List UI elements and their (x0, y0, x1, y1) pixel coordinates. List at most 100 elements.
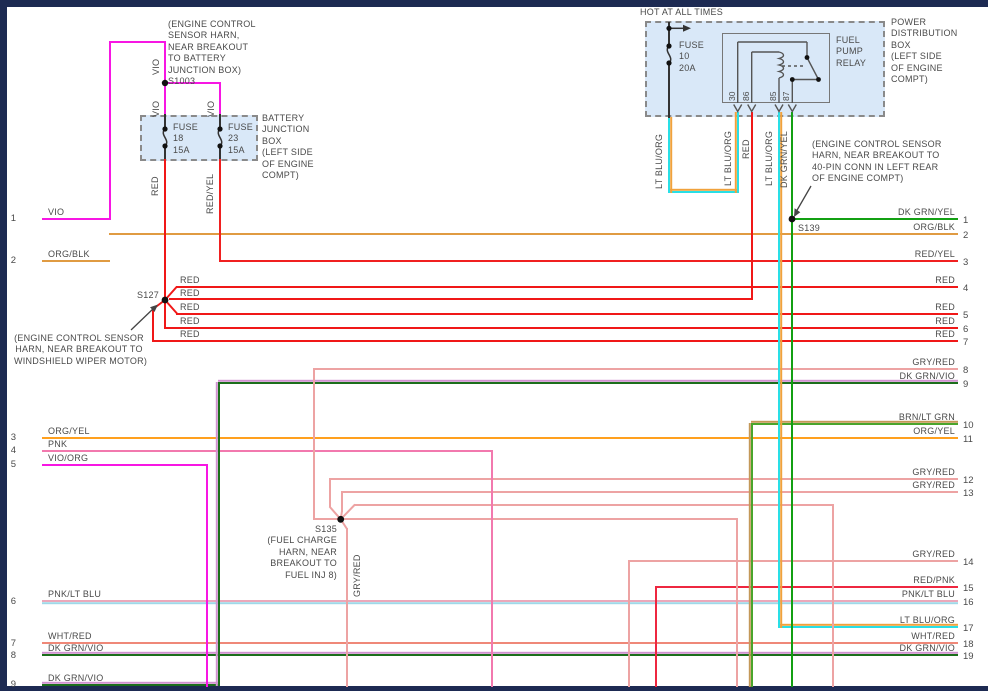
label-line: BOX (262, 136, 314, 147)
left-pin-number: 4 (0, 445, 16, 456)
stub-fuse18-top (164, 114, 166, 130)
right-pin-number: 3 (963, 257, 968, 268)
s127-note: (ENGINE CONTROL SENSOR HARN, NEAR BREAKO… (14, 333, 144, 367)
right-pin-label: DK GRN/VIO (805, 371, 955, 381)
fuse-name: FUSE (228, 122, 253, 133)
wire-gryred-to-x833 (354, 504, 834, 506)
vlabel-red: RED (150, 164, 161, 196)
wire-dkgrnvio-left-pin9 (42, 684, 220, 686)
relay-pin-86: 86 (741, 85, 751, 101)
s135-note: S135 (FUEL CHARGE HARN, NEAR BREAKOUT TO… (252, 524, 337, 581)
label-line: COMPT) (262, 170, 314, 181)
s127-id: S127 (119, 290, 159, 301)
note-line: (ENGINE CONTROL SENSOR (812, 139, 942, 150)
fuse10-label: FUSE 10 20A (679, 40, 704, 74)
right-pin-number: 7 (963, 337, 968, 348)
left-pin-number: 8 (0, 650, 16, 661)
left-pin-number: 2 (0, 255, 16, 266)
wire-red-row-c (176, 313, 958, 315)
left-pin-number: 9 (0, 679, 16, 690)
right-pin-label: RED (805, 316, 955, 326)
frame-top (0, 0, 988, 7)
wire-red-fuse18-to-s127 (164, 159, 166, 301)
label-line: COMPT) (891, 74, 958, 85)
stub-fuse23-top (219, 114, 221, 130)
fuse-number: 10 (679, 51, 704, 62)
left-pin-label: VIO (48, 207, 64, 217)
right-pin-label: GRY/RED (805, 357, 955, 367)
vlabel-ltbluorg: LT BLU/ORG (654, 131, 665, 189)
note-line: WINDSHIELD WIPER MOTOR) (14, 356, 144, 367)
label-line: POWER (891, 17, 958, 28)
right-pin-number: 2 (963, 230, 968, 241)
wire-vioorg-left-pin5 (42, 464, 207, 466)
wire-ltbluorg-pin85-down (778, 112, 780, 628)
right-pin-number: 1 (963, 215, 968, 226)
fuse-name: FUSE (173, 122, 198, 133)
right-pin-label: BRN/LT GRN (805, 412, 955, 422)
left-pin-label: DK GRN/VIO (48, 643, 104, 653)
right-pin-number: 5 (963, 310, 968, 321)
wire-gryred-into-s135 (313, 368, 315, 520)
fuse-name: FUSE (679, 40, 704, 51)
frame-bottom (0, 686, 988, 691)
label-line: BOX (891, 40, 958, 51)
label-line: PUMP (836, 46, 866, 57)
wire-gryred-s135-down (346, 528, 348, 687)
fuse-number: 23 (228, 133, 253, 144)
note-line: (FUEL CHARGE (252, 535, 337, 546)
vlabel-gryred: GRY/RED (352, 547, 363, 597)
wire-ltbluorg-fuse-bottom (668, 191, 739, 193)
wire-dkgrnvio-riser (218, 382, 220, 686)
hot-at-all-times-label: HOT AT ALL TIMES (640, 7, 723, 18)
wire-gryred-dot-level (343, 518, 737, 520)
relay-pin-30: 30 (727, 85, 737, 101)
right-pin-label: DK GRN/VIO (805, 643, 955, 653)
note-line: TO BATTERY (168, 53, 256, 64)
left-pin-number: 7 (0, 638, 16, 649)
left-pin-label: VIO/ORG (48, 453, 88, 463)
left-pin-label: ORG/BLK (48, 249, 90, 259)
right-pin-number: 13 (963, 488, 974, 499)
note-line: HARN, NEAR (252, 547, 337, 558)
label-line: (LEFT SIDE (891, 51, 958, 62)
fuse-amps: 15A (228, 145, 253, 156)
label-line: OF ENGINE (891, 63, 958, 74)
note-line: OF ENGINE COMPT) (812, 173, 942, 184)
s127-red-label: RED (180, 288, 200, 299)
note-line: (ENGINE CONTROL (168, 19, 256, 30)
wire-pnk-down (491, 450, 493, 688)
right-pin-label: RED (805, 302, 955, 312)
right-pin-label: ORG/BLK (805, 222, 955, 232)
right-pin-number: 12 (963, 475, 974, 486)
wire-vio-riser (109, 41, 111, 220)
label-line: BATTERY (262, 113, 314, 124)
right-pin-label: RED/YEL (805, 249, 955, 259)
right-pin-number: 9 (963, 379, 968, 390)
vlabel-vio: VIO (206, 91, 217, 117)
s127-red-label: RED (180, 329, 200, 340)
right-pin-label: WHT/RED (805, 631, 955, 641)
s127-red-label: RED (180, 316, 200, 327)
wire-orgyel-pin11 (42, 437, 958, 439)
wire-red-row-e (152, 340, 958, 342)
wire-redyel-pin3 (219, 260, 958, 262)
label-line: OF ENGINE (262, 159, 314, 170)
wire-red-s127-down1 (164, 300, 166, 328)
note-line: (ENGINE CONTROL SENSOR (14, 333, 144, 344)
right-pin-label: ORG/YEL (805, 426, 955, 436)
note-line: S1003 (168, 76, 256, 87)
wire-pnk-left-pin4 (42, 450, 493, 452)
label-line: (LEFT SIDE (262, 147, 314, 158)
wire-ltbluorg-pin30 (737, 112, 739, 193)
wire-vio-to-fuse18 (164, 41, 166, 117)
note-line: JUNCTION BOX) (168, 65, 256, 76)
fuse-amps: 20A (679, 63, 704, 74)
s127-red-label: RED (180, 302, 200, 313)
note-line: SENSOR HARN, (168, 30, 256, 41)
wire-dkgrnvio-pin19 (42, 654, 958, 656)
wire-pnkltblu-pin16 (42, 600, 958, 602)
wire-gryred-stub12 (329, 478, 331, 508)
vlabel-dkgrnyel: DK GRN/YEL (779, 124, 790, 188)
right-pin-number: 16 (963, 597, 974, 608)
